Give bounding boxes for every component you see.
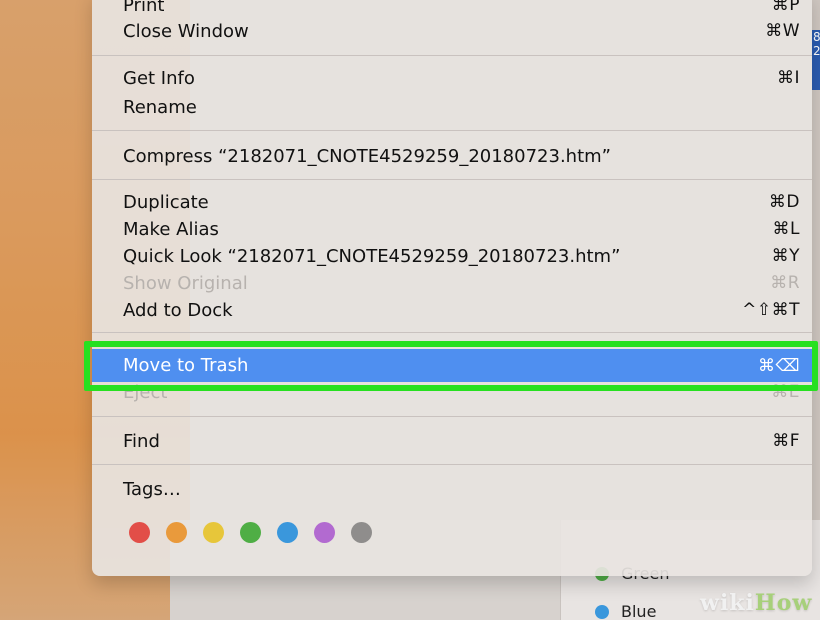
menu-item-label: Close Window [123, 20, 249, 42]
right-edge-text: 82 [813, 30, 820, 58]
menu-separator [92, 130, 812, 131]
watermark-wiki: wiki [700, 590, 755, 616]
menu-item-print[interactable]: Print ⌘P [92, 0, 812, 18]
menu-item-shortcut: ⌘F [772, 431, 800, 451]
tag-gray-icon[interactable] [351, 522, 372, 543]
watermark-how: How [754, 590, 813, 616]
menu-item-shortcut: ⌘I [776, 68, 800, 88]
sidebar-item-blue[interactable]: Blue [595, 602, 656, 620]
tag-purple-icon[interactable] [314, 522, 335, 543]
right-edge-selection: 82 [812, 30, 820, 90]
menu-separator [92, 464, 812, 465]
menu-item-label: Add to Dock [123, 299, 233, 321]
menu-separator [92, 416, 812, 417]
tag-yellow-icon[interactable] [203, 522, 224, 543]
menu-item-label: Find [123, 430, 160, 452]
menu-item-label: Show Original [123, 272, 248, 294]
menu-item-compress[interactable]: Compress “2182071_CNOTE4529259_20180723.… [92, 143, 812, 169]
wikihow-watermark: wikiHow [700, 590, 812, 616]
menu-item-label: Duplicate [123, 191, 209, 213]
menu-item-quick-look[interactable]: Quick Look “2182071_CNOTE4529259_2018072… [92, 243, 812, 269]
screen: Green Blue 82 Print ⌘P Close Window ⌘W G… [0, 0, 820, 620]
menu-item-label: Get Info [123, 67, 195, 89]
tag-color-row [129, 522, 372, 543]
highlight-box [84, 341, 818, 391]
menu-item-shortcut: ⌘Y [771, 246, 800, 266]
menu-item-get-info[interactable]: Get Info ⌘I [92, 65, 812, 91]
menu-separator [92, 55, 812, 56]
menu-item-label: Compress “2182071_CNOTE4529259_20180723.… [123, 145, 611, 167]
tag-orange-icon[interactable] [166, 522, 187, 543]
menu-item-add-to-dock[interactable]: Add to Dock ^⇧⌘T [92, 297, 812, 323]
menu-item-shortcut: ^⇧⌘T [742, 300, 800, 320]
menu-item-label: Print [123, 0, 165, 16]
menu-item-shortcut: ⌘W [765, 21, 800, 41]
menu-item-make-alias[interactable]: Make Alias ⌘L [92, 216, 812, 242]
menu-item-find[interactable]: Find ⌘F [92, 428, 812, 454]
menu-item-tags[interactable]: Tags… [92, 476, 812, 502]
menu-item-label: Tags… [123, 478, 181, 500]
menu-separator [92, 332, 812, 333]
menu-item-shortcut: ⌘P [771, 0, 800, 15]
menu-item-close-window[interactable]: Close Window ⌘W [92, 18, 812, 44]
tag-green-icon[interactable] [240, 522, 261, 543]
menu-item-duplicate[interactable]: Duplicate ⌘D [92, 189, 812, 215]
menu-item-show-original: Show Original ⌘R [92, 270, 812, 296]
menu-item-shortcut: ⌘D [768, 192, 800, 212]
menu-item-label: Rename [123, 96, 197, 118]
blue-tag-icon [595, 604, 609, 619]
menu-item-rename[interactable]: Rename [92, 94, 812, 120]
context-menu: Print ⌘P Close Window ⌘W Get Info ⌘I Ren… [92, 0, 812, 576]
menu-item-shortcut: ⌘R [770, 273, 800, 293]
tag-red-icon[interactable] [129, 522, 150, 543]
menu-item-label: Make Alias [123, 218, 219, 240]
sidebar-item-label: Blue [621, 602, 657, 620]
menu-separator [92, 179, 812, 180]
menu-item-label: Quick Look “2182071_CNOTE4529259_2018072… [123, 245, 621, 267]
menu-item-shortcut: ⌘L [772, 219, 800, 239]
tag-blue-icon[interactable] [277, 522, 298, 543]
